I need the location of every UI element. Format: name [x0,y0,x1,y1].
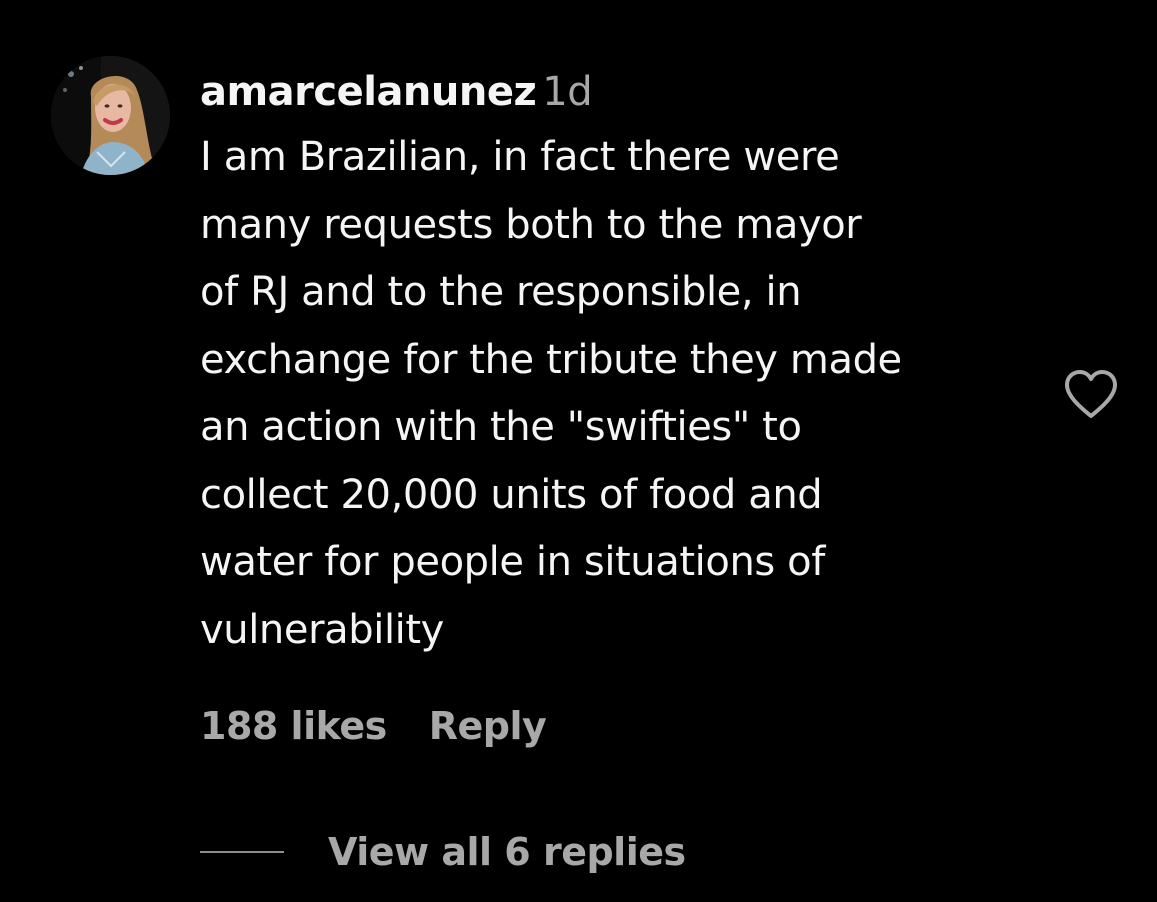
comment-text-line: I am Brazilian, in fact there were [200,134,840,180]
comment-text: I am Brazilian, in fact there were many … [200,124,1040,664]
avatar-image [51,56,170,175]
comment-text-line: vulnerability [200,606,444,653]
view-all-replies-button[interactable]: View all 6 replies [328,830,686,874]
like-button[interactable] [1060,364,1122,426]
view-replies[interactable]: View all 6 replies [200,826,686,878]
replies-divider [200,851,284,853]
comment-text-line: an action with the "swifties" to [200,404,802,450]
comment-text-line: many requests both to the mayor [200,201,862,248]
avatar[interactable] [51,56,170,175]
comment-header: amarcelanunez 1d [200,64,1040,120]
comment-timestamp: 1d [542,69,593,115]
comment-text-line: water for people in situations of [200,539,825,585]
likes-count[interactable]: 188 likes [200,704,387,748]
comment-item: amarcelanunez 1d I am Brazilian, in fact … [0,0,1157,902]
heart-outline-icon [1065,370,1117,418]
comment-body: amarcelanunez 1d I am Brazilian, in fact … [200,64,1040,664]
reply-button[interactable]: Reply [429,704,547,748]
comment-text-line: of RJ and to the responsible, in [200,269,802,315]
comment-text-line: collect 20,000 units of food and [200,471,823,518]
comment-username[interactable]: amarcelanunez [200,69,537,115]
comment-actions: 188 likes Reply [200,700,547,752]
comment-text-line: exchange for the tribute they made [200,336,902,383]
